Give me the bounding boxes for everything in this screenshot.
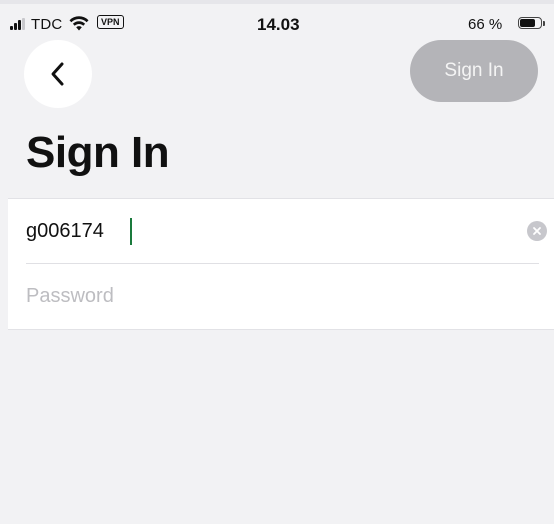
sign-in-screen: TDC VPN 14.03 66 % Sign In Sign In [0, 0, 554, 524]
x-icon [533, 227, 541, 235]
signal-icon [10, 18, 28, 30]
text-caret [130, 218, 132, 245]
battery-percent: 66 % [468, 16, 503, 33]
top-rule [0, 0, 554, 4]
back-button[interactable] [24, 40, 92, 108]
password-input[interactable] [26, 264, 506, 328]
carrier-name: TDC [31, 16, 63, 33]
sign-in-button[interactable]: Sign In [410, 40, 538, 102]
sign-in-form [8, 198, 554, 330]
status-bar: TDC VPN 14.03 66 % [0, 6, 554, 34]
battery-level [520, 19, 535, 27]
page-title: Sign In [26, 128, 170, 177]
password-field [8, 264, 554, 328]
clear-icon[interactable] [527, 221, 547, 241]
battery-icon [518, 17, 542, 29]
chevron-left-icon [51, 62, 64, 86]
username-input[interactable] [26, 199, 506, 263]
wifi-icon [69, 16, 89, 31]
vpn-badge: VPN [97, 15, 124, 29]
username-field [8, 199, 554, 263]
battery-cap [543, 21, 545, 26]
status-time: 14.03 [257, 15, 300, 34]
